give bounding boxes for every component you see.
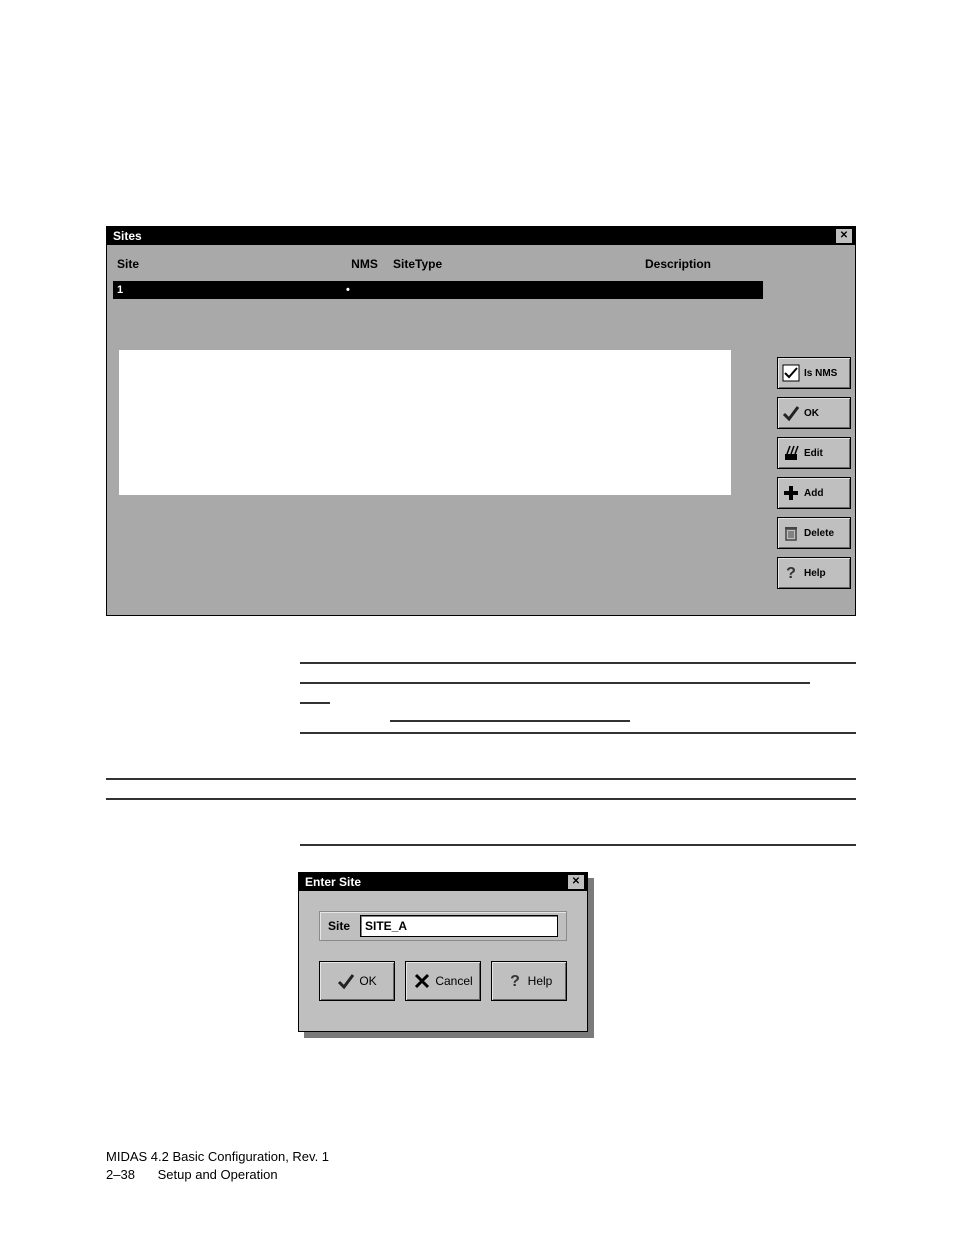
question-icon: ? [506,972,524,990]
sites-column-headers: Site NMS SiteType Description [113,253,763,275]
divider [390,720,630,722]
cancel-button[interactable]: Cancel [405,961,481,1001]
sites-list-area [119,350,731,495]
footer-page: 2–38 [106,1166,154,1184]
col-site: Site [113,257,342,271]
delete-button[interactable]: Delete [777,517,851,549]
footer-section: Setup and Operation [158,1167,278,1182]
cell-site: 1 [113,284,342,296]
enter-site-title: Enter Site [305,875,361,889]
site-input[interactable]: SITE_A [360,915,558,937]
divider [300,662,856,664]
add-button[interactable]: Add [777,477,851,509]
table-row[interactable]: 1 • [113,281,763,299]
add-label: Add [804,488,823,499]
enter-site-titlebar: Enter Site ✕ [299,873,587,891]
divider [106,778,856,780]
plus-icon [782,484,800,502]
edit-label: Edit [804,448,823,459]
col-sitetype: SiteType [387,257,593,271]
checkbox-icon [782,364,800,382]
ok-button[interactable]: OK [777,397,851,429]
site-input-value: SITE_A [365,919,407,933]
sites-title: Sites [113,229,142,243]
cell-nms: • [342,284,391,296]
enter-site-window: Enter Site ✕ Site SITE_A OK [298,872,588,1032]
help-button[interactable]: ? Help [491,961,567,1001]
ok-label: OK [804,408,819,419]
sites-titlebar: Sites ✕ [107,227,855,245]
is-nms-button[interactable]: Is NMS [777,357,851,389]
delete-label: Delete [804,528,834,539]
ok-button[interactable]: OK [319,961,395,1001]
enter-site-buttons: OK Cancel ? Help [319,961,567,1001]
divider [300,844,856,846]
col-description: Description [593,257,763,271]
pencil-cup-icon [782,444,800,462]
check-icon [782,404,800,422]
ok-label: OK [359,974,376,988]
page-footer: MIDAS 4.2 Basic Configuration, Rev. 1 2–… [106,1148,329,1183]
divider [300,682,810,684]
help-label: Help [804,568,826,579]
x-icon [413,972,431,990]
sites-window: Sites ✕ Site NMS SiteType Description 1 … [106,226,856,616]
help-button[interactable]: ? Help [777,557,851,589]
footer-line1: MIDAS 4.2 Basic Configuration, Rev. 1 [106,1148,329,1166]
edit-button[interactable]: Edit [777,437,851,469]
divider [300,732,856,734]
site-label: Site [328,919,350,933]
question-icon: ? [782,564,800,582]
check-icon [337,972,355,990]
trash-icon [782,524,800,542]
svg-text:?: ? [786,565,796,582]
col-nms: NMS [342,257,387,271]
sites-side-buttons: Is NMS OK Edit [777,357,851,589]
close-icon[interactable]: ✕ [835,228,853,244]
help-label: Help [528,974,553,988]
enter-site-row: Site SITE_A [319,911,567,941]
close-icon[interactable]: ✕ [567,874,585,890]
cancel-label: Cancel [435,974,472,988]
is-nms-label: Is NMS [804,368,837,379]
divider [300,702,330,704]
svg-text:?: ? [510,973,520,990]
divider [106,798,856,800]
